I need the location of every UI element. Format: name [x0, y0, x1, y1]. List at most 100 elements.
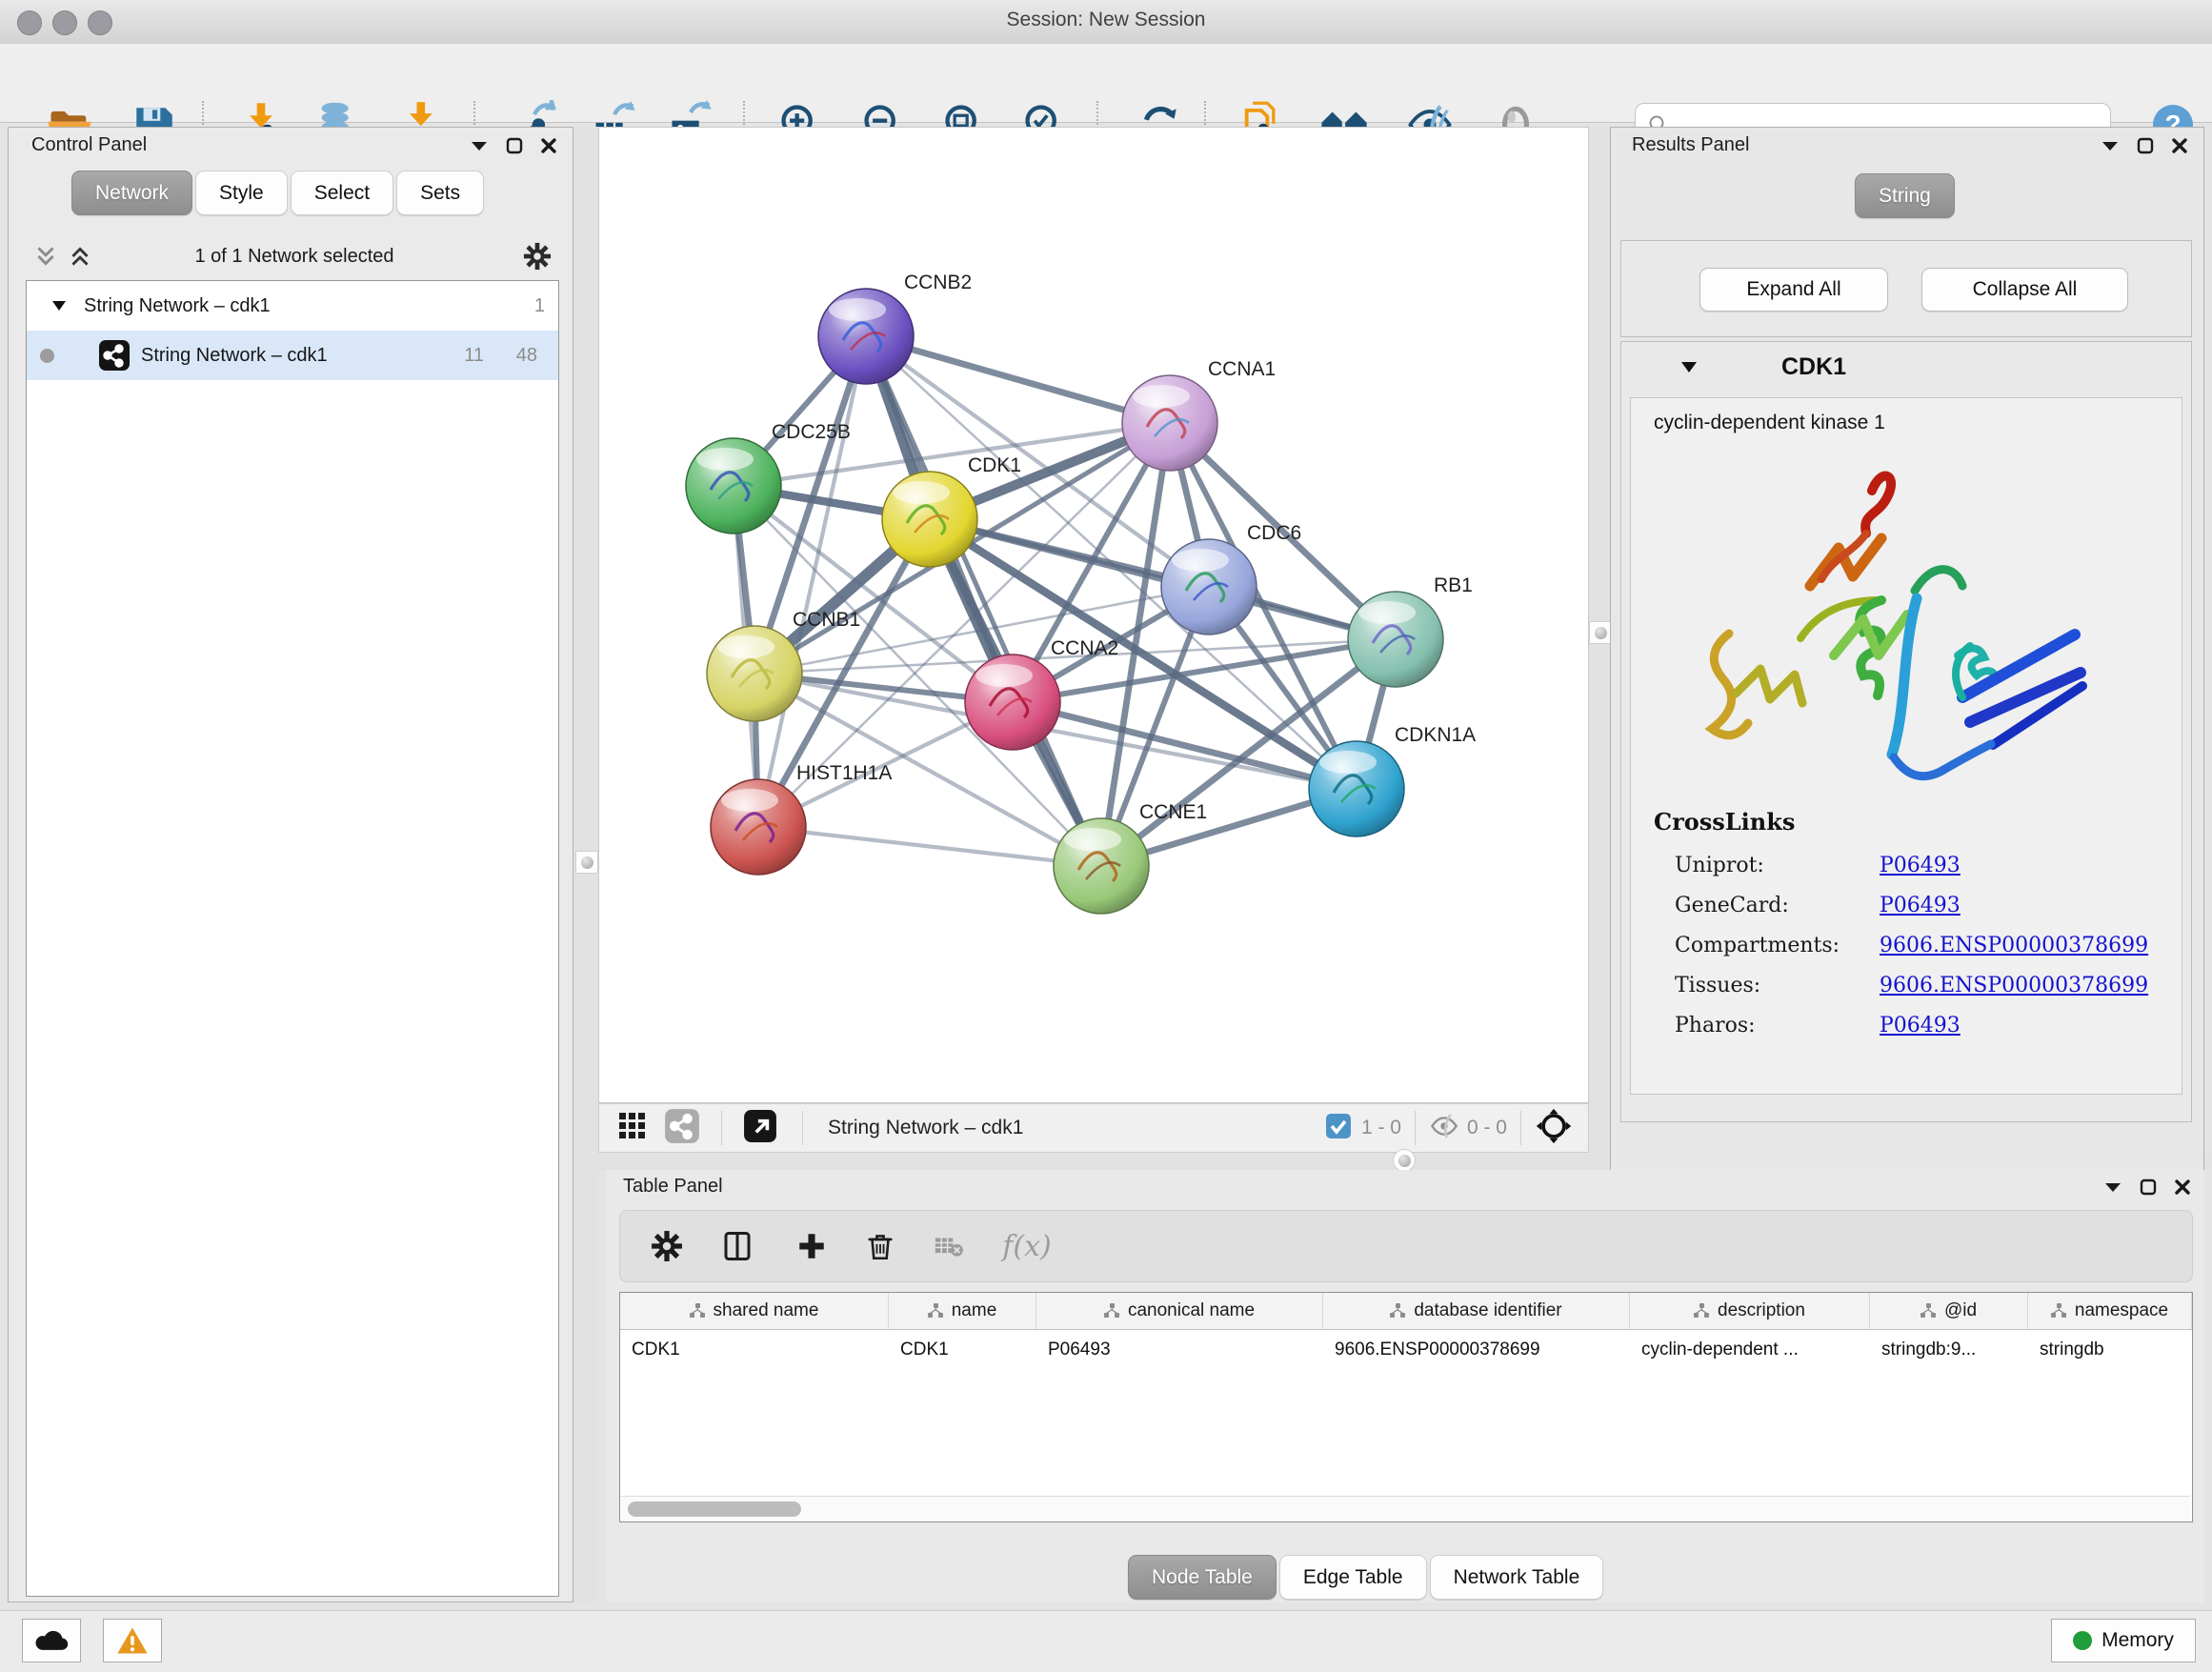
- column-header-name[interactable]: name: [889, 1293, 1036, 1329]
- share-view-button[interactable]: [664, 1108, 700, 1149]
- column-header-namespace[interactable]: namespace: [2028, 1293, 2192, 1329]
- crosslink-link[interactable]: P06493: [1880, 1014, 1961, 1037]
- protein-structure-image: [1677, 457, 2115, 800]
- memory-button[interactable]: Memory: [2051, 1619, 2196, 1662]
- network-canvas[interactable]: CCNB2CCNA1CDC25BCDK1CDC6RB1CCNB1CCNA2CDK…: [598, 127, 1589, 1103]
- crosslink-label: Uniprot:: [1675, 854, 1880, 877]
- tab-select[interactable]: Select: [291, 171, 393, 215]
- hidden-items-icon-wrap[interactable]: [1429, 1113, 1459, 1144]
- gene-detail-box: cyclin-dependent kinase 1 Cro: [1630, 397, 2182, 1095]
- node-label-CDK1: CDK1: [968, 454, 1021, 476]
- expand-all-tree-button[interactable]: [68, 244, 92, 273]
- table-h-scrollbar[interactable]: [620, 1496, 2190, 1521]
- tab-network-table[interactable]: Network Table: [1430, 1555, 1604, 1600]
- table-cell: CDK1: [620, 1330, 889, 1370]
- control-panel-tabs: NetworkStyleSelectSets: [71, 171, 487, 215]
- node-highlight: [1358, 601, 1416, 624]
- tab-string[interactable]: String: [1855, 173, 1955, 218]
- network-edge-CCNB2-HIST1H1A[interactable]: [758, 336, 866, 827]
- column-header-description[interactable]: description: [1630, 1293, 1870, 1329]
- column-header-canonical-name[interactable]: canonical name: [1036, 1293, 1323, 1329]
- warning-icon: [116, 1626, 149, 1655]
- network-row-selected[interactable]: String Network – cdk1 11 48: [27, 331, 558, 380]
- crosslink-link[interactable]: 9606.ENSP00000378699: [1880, 974, 2148, 997]
- tab-network[interactable]: Network: [71, 171, 192, 215]
- grid-view-button[interactable]: [618, 1112, 647, 1145]
- statusbar-separator: [1520, 1111, 1521, 1145]
- panel-float-icon[interactable]: [2140, 1178, 2157, 1196]
- horizontal-splitter-handle[interactable]: [1393, 1149, 1416, 1172]
- panel-menu-icon[interactable]: [470, 139, 489, 152]
- panel-close-icon[interactable]: [2171, 137, 2188, 154]
- tab-sets[interactable]: Sets: [396, 171, 484, 215]
- left-splitter-handle[interactable]: [575, 851, 598, 874]
- column-header-shared-name[interactable]: shared name: [620, 1293, 889, 1329]
- warning-status-button[interactable]: [103, 1619, 162, 1662]
- panel-menu-icon[interactable]: [2103, 1180, 2122, 1194]
- network-node-RB1[interactable]: RB1: [1348, 574, 1473, 687]
- tab-edge-table[interactable]: Edge Table: [1279, 1555, 1427, 1600]
- delete-table-button[interactable]: [927, 1224, 971, 1268]
- table-header-row: shared namenamecanonical namedatabase id…: [620, 1293, 2192, 1330]
- node-label-CCNB2: CCNB2: [904, 272, 972, 293]
- column-type-icon: [928, 1303, 943, 1319]
- insert-column-button[interactable]: [715, 1224, 759, 1268]
- plus-icon: [795, 1230, 828, 1262]
- network-graph[interactable]: CCNB2CCNA1CDC25BCDK1CDC6RB1CCNB1CCNA2CDK…: [599, 128, 1588, 1102]
- network-collection-row[interactable]: String Network – cdk1 1: [27, 281, 558, 331]
- network-edge-HIST1H1A-CCNE1[interactable]: [758, 827, 1101, 866]
- tab-style[interactable]: Style: [195, 171, 288, 215]
- window-title: Session: New Session: [0, 9, 2212, 31]
- network-node-HIST1H1A[interactable]: HIST1H1A: [711, 762, 892, 875]
- crosslink-link[interactable]: P06493: [1880, 894, 1961, 917]
- birds-eye-toggle-button[interactable]: [1535, 1107, 1573, 1150]
- crosslinks-heading: CrossLinks: [1654, 808, 1795, 836]
- function-builder-button[interactable]: f(x): [994, 1224, 1060, 1268]
- tab-node-table[interactable]: Node Table: [1128, 1555, 1277, 1600]
- scrollbar-thumb[interactable]: [628, 1501, 801, 1517]
- node-highlight: [1064, 828, 1121, 851]
- node-label-RB1: RB1: [1434, 574, 1473, 596]
- table-settings-button[interactable]: [645, 1224, 689, 1268]
- network-options-button[interactable]: [523, 242, 552, 275]
- hidden-eye-slash-icon: [1429, 1113, 1459, 1139]
- node-label-CCNA1: CCNA1: [1208, 358, 1276, 380]
- add-row-button[interactable]: [790, 1224, 834, 1268]
- edge-layer: [734, 336, 1396, 866]
- crosslink-label: Tissues:: [1675, 974, 1880, 997]
- table-row[interactable]: CDK1CDK1P064939606.ENSP00000378699cyclin…: [620, 1330, 2192, 1370]
- table-cell: P06493: [1036, 1330, 1323, 1370]
- selected-filter-checkbox[interactable]: [1325, 1113, 1352, 1144]
- network-node-CCNA1[interactable]: CCNA1: [1122, 358, 1276, 471]
- double-chevron-down-icon: [33, 244, 58, 269]
- node-highlight: [893, 481, 950, 504]
- panel-close-icon[interactable]: [2174, 1178, 2191, 1196]
- statusbar-separator: [1415, 1111, 1416, 1145]
- crosslink-link[interactable]: 9606.ENSP00000378699: [1880, 934, 2148, 957]
- panel-close-icon[interactable]: [540, 137, 557, 154]
- network-node-CCNB2[interactable]: CCNB2: [818, 272, 972, 384]
- column-header-@id[interactable]: @id: [1870, 1293, 2028, 1329]
- open-in-window-button[interactable]: [743, 1109, 777, 1148]
- collapse-all-button[interactable]: Collapse All: [1921, 268, 2128, 312]
- share-view-icon: [664, 1108, 700, 1144]
- panel-menu-icon[interactable]: [2101, 139, 2120, 152]
- right-splitter-handle[interactable]: [1589, 621, 1612, 644]
- cloud-status-button[interactable]: [22, 1619, 81, 1662]
- cloud-icon: [34, 1627, 69, 1654]
- network-node-CCNB1[interactable]: CCNB1: [707, 609, 860, 721]
- network-node-CDK1[interactable]: CDK1: [882, 454, 1021, 567]
- network-tree: String Network – cdk1 1 String Network –…: [26, 280, 559, 1597]
- statusbar-separator: [721, 1111, 722, 1145]
- collapse-all-tree-button[interactable]: [33, 244, 58, 273]
- expand-all-button[interactable]: Expand All: [1699, 268, 1888, 312]
- panel-float-icon[interactable]: [2137, 137, 2154, 154]
- column-header-database-identifier[interactable]: database identifier: [1323, 1293, 1630, 1329]
- node-label-HIST1H1A: HIST1H1A: [796, 762, 892, 784]
- window-statusbar: Memory: [0, 1610, 2212, 1672]
- gear-icon: [651, 1230, 683, 1262]
- panel-float-icon[interactable]: [506, 137, 523, 154]
- delete-button[interactable]: [858, 1224, 902, 1268]
- crosslink-link[interactable]: P06493: [1880, 854, 1961, 877]
- result-entry-header[interactable]: CDK1: [1621, 342, 2191, 395]
